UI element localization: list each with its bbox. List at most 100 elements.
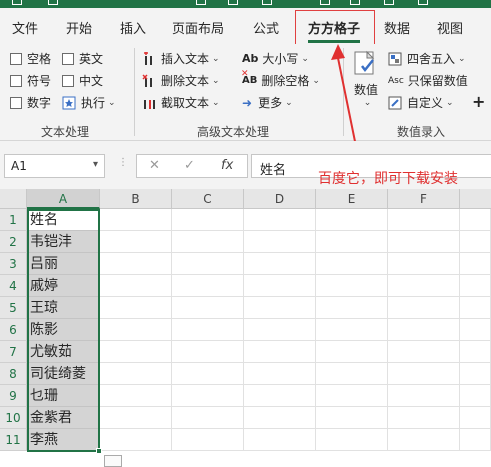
grid-cell[interactable] xyxy=(100,429,172,451)
grid-cell[interactable] xyxy=(316,275,388,297)
grid-cell[interactable] xyxy=(388,363,460,385)
grid-cell[interactable] xyxy=(172,385,244,407)
grid-cell[interactable] xyxy=(172,275,244,297)
cell-a10[interactable]: 金紫君 xyxy=(27,407,100,429)
grid-cell[interactable] xyxy=(316,341,388,363)
column-header-e[interactable]: E xyxy=(316,189,388,209)
grid-cell[interactable] xyxy=(172,297,244,319)
fill-handle[interactable] xyxy=(96,448,102,454)
grid-cell[interactable] xyxy=(172,429,244,451)
grid-cell[interactable] xyxy=(460,385,491,407)
cell-a6[interactable]: 陈影 xyxy=(27,319,100,341)
grid-cell[interactable] xyxy=(244,341,316,363)
column-header-d[interactable]: D xyxy=(244,189,316,209)
grid-cell[interactable] xyxy=(460,253,491,275)
grid-cell[interactable] xyxy=(460,407,491,429)
row-header[interactable]: 6 xyxy=(0,319,27,341)
grid-cell[interactable] xyxy=(460,319,491,341)
grid-cell[interactable] xyxy=(244,363,316,385)
column-header-b[interactable]: B xyxy=(100,189,172,209)
column-header-f[interactable]: F xyxy=(388,189,460,209)
cell-a2[interactable]: 韦铠沣 xyxy=(27,231,100,253)
row-header[interactable]: 5 xyxy=(0,297,27,319)
column-header-a[interactable]: A xyxy=(27,189,100,209)
grid-cell[interactable] xyxy=(244,385,316,407)
grid-cell[interactable] xyxy=(172,231,244,253)
row-header[interactable]: 2 xyxy=(0,231,27,253)
enter-icon[interactable]: ✓ xyxy=(184,158,195,173)
cell-a7[interactable]: 尤敏茹 xyxy=(27,341,100,363)
grid-cell[interactable] xyxy=(388,231,460,253)
grid-cell[interactable] xyxy=(100,407,172,429)
cell-a3[interactable]: 吕丽 xyxy=(27,253,100,275)
grid-cell[interactable] xyxy=(388,209,460,231)
name-box[interactable]: A1 ▾ xyxy=(4,154,105,178)
insert-function-icon[interactable]: fx xyxy=(221,158,233,173)
cell-a4[interactable]: 戚婷 xyxy=(27,275,100,297)
grid-cell[interactable] xyxy=(388,341,460,363)
grid-cell[interactable] xyxy=(244,231,316,253)
grid-cell[interactable] xyxy=(100,363,172,385)
grid-cell[interactable] xyxy=(100,253,172,275)
row-header[interactable]: 9 xyxy=(0,385,27,407)
row-header[interactable]: 4 xyxy=(0,275,27,297)
grid-cell[interactable] xyxy=(388,407,460,429)
cell-a11[interactable]: 李燕 xyxy=(27,429,100,451)
row-header[interactable]: 7 xyxy=(0,341,27,363)
grid-cell[interactable] xyxy=(316,297,388,319)
row-header[interactable]: 10 xyxy=(0,407,27,429)
grid-cell[interactable] xyxy=(244,297,316,319)
column-header-g[interactable] xyxy=(460,189,491,209)
grid-cell[interactable] xyxy=(100,341,172,363)
row-header[interactable]: 3 xyxy=(0,253,27,275)
grid-cell[interactable] xyxy=(316,363,388,385)
grid-cell[interactable] xyxy=(244,253,316,275)
cancel-icon[interactable]: ✕ xyxy=(149,158,160,173)
grid-cell[interactable] xyxy=(244,275,316,297)
grid-cell[interactable] xyxy=(172,319,244,341)
grid-cell[interactable] xyxy=(100,231,172,253)
cell-a9[interactable]: 乜珊 xyxy=(27,385,100,407)
grid-cell[interactable] xyxy=(460,341,491,363)
row-header[interactable]: 1 xyxy=(0,209,27,231)
select-all-corner[interactable] xyxy=(0,189,27,209)
grid-cell[interactable] xyxy=(100,319,172,341)
grid-cell[interactable] xyxy=(100,297,172,319)
grid-cell[interactable] xyxy=(388,429,460,451)
grid-cell[interactable] xyxy=(100,275,172,297)
grid-cell[interactable] xyxy=(244,209,316,231)
grid-cell[interactable] xyxy=(460,209,491,231)
grid-cell[interactable] xyxy=(100,209,172,231)
spreadsheet-grid[interactable]: A B C D E F 1 2 3 4 5 6 7 8 9 10 11 姓名 韦… xyxy=(0,189,491,467)
grid-cell[interactable] xyxy=(460,363,491,385)
grid-cell[interactable] xyxy=(388,253,460,275)
grid-cell[interactable] xyxy=(388,385,460,407)
grid-cell[interactable] xyxy=(388,297,460,319)
row-header[interactable]: 11 xyxy=(0,429,27,451)
grid-cell[interactable] xyxy=(172,363,244,385)
row-header[interactable]: 8 xyxy=(0,363,27,385)
cell-a1[interactable]: 姓名 xyxy=(27,209,100,231)
splitter-dots-icon[interactable]: ⋮ xyxy=(118,157,128,168)
grid-cell[interactable] xyxy=(316,429,388,451)
grid-cell[interactable] xyxy=(244,429,316,451)
grid-cell[interactable] xyxy=(316,209,388,231)
grid-cell[interactable] xyxy=(460,275,491,297)
grid-cell[interactable] xyxy=(316,407,388,429)
grid-cell[interactable] xyxy=(172,407,244,429)
grid-cell[interactable] xyxy=(316,253,388,275)
grid-cell[interactable] xyxy=(100,385,172,407)
grid-cell[interactable] xyxy=(172,341,244,363)
grid-cell[interactable] xyxy=(172,209,244,231)
column-header-c[interactable]: C xyxy=(172,189,244,209)
grid-cell[interactable] xyxy=(244,407,316,429)
grid-cell[interactable] xyxy=(244,319,316,341)
grid-cell[interactable] xyxy=(172,253,244,275)
grid-cell[interactable] xyxy=(460,297,491,319)
grid-cell[interactable] xyxy=(316,231,388,253)
grid-cell[interactable] xyxy=(460,429,491,451)
grid-cell[interactable] xyxy=(388,319,460,341)
cell-a8[interactable]: 司徒绮菱 xyxy=(27,363,100,385)
quick-analysis-icon[interactable] xyxy=(104,455,122,467)
grid-cell[interactable] xyxy=(460,231,491,253)
